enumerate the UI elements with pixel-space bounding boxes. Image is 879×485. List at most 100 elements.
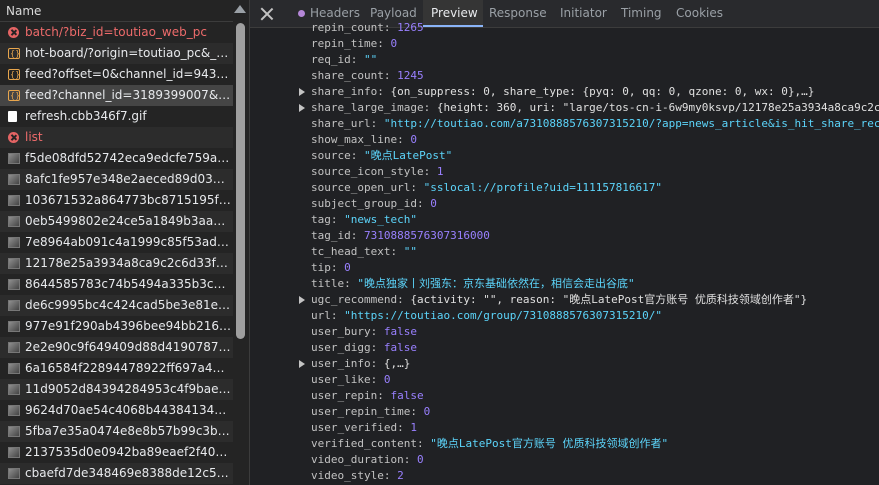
request-row[interactable]: 9624d70ae54c4068b44384134ebb7856~noop xyxy=(0,400,233,421)
request-row[interactable]: feed?channel_id=3189399007&min_behot_tim… xyxy=(0,85,233,106)
json-property-row: show_max_line: 0 xyxy=(311,133,417,146)
json-property-row: share_count: 1245 xyxy=(311,69,424,82)
request-name: 2137535d0e0942ba89eaef2f40103617~noop xyxy=(25,445,231,459)
json-value: {activity: "", reason: "晚点LatePost官方账号 优… xyxy=(410,293,808,306)
image-icon xyxy=(8,258,20,269)
json-icon xyxy=(8,43,20,64)
expand-arrow-icon[interactable] xyxy=(299,88,305,96)
request-row[interactable]: 103671532a864773bc8715195f29a97a~noop xyxy=(0,190,233,211)
name-column-header[interactable]: Name xyxy=(0,0,233,22)
json-property-row: url: "https://toutiao.com/group/73108885… xyxy=(311,309,663,322)
json-value: {,…} xyxy=(383,357,411,370)
request-list-scrollbar[interactable] xyxy=(233,22,249,485)
json-property-row: title: "晚点独家丨刘强东：京东基础依然在，相信会走出谷底" xyxy=(311,277,635,290)
json-value: 7310888576307316000 xyxy=(364,229,490,242)
expand-arrow-icon[interactable] xyxy=(299,360,305,368)
json-key: repin_time xyxy=(311,37,378,50)
json-property-row: subject_group_id: 0 xyxy=(311,197,437,210)
image-icon xyxy=(8,468,20,479)
image-icon xyxy=(8,216,20,227)
json-value: false xyxy=(390,389,424,402)
request-name: cbaefd7de348469e8388de12c536e438~noop xyxy=(25,466,231,480)
request-row[interactable]: 2137535d0e0942ba89eaef2f40103617~noop xyxy=(0,442,233,463)
json-key: req_id xyxy=(311,53,351,66)
json-key: title xyxy=(311,277,345,290)
json-key: user_repin_time xyxy=(311,405,411,418)
json-property-row: share_url: "http://toutiao.com/a73108885… xyxy=(311,117,879,130)
scrollbar-thumb[interactable] xyxy=(236,23,245,339)
image-icon xyxy=(8,237,20,248)
json-value: 1 xyxy=(410,421,417,434)
json-property-row: tag_id: 7310888576307316000 xyxy=(311,229,490,242)
json-property-row: tip: 0 xyxy=(311,261,351,274)
json-value: {on_suppress: 0, share_type: {pyq: 0, qq… xyxy=(390,85,815,98)
json-property-row: source_icon_style: 1 xyxy=(311,165,444,178)
json-property-row: verified_content: "晚点LatePost官方账号 优质科技领域… xyxy=(311,437,669,450)
image-icon xyxy=(8,363,20,374)
json-property-row[interactable]: ugc_recommend: {activity: "", reason: "晚… xyxy=(250,292,879,308)
json-value: 0 xyxy=(344,261,351,274)
json-value: 0 xyxy=(410,133,417,146)
json-icon xyxy=(8,64,20,85)
request-row[interactable]: 977e91f290ab4396bee94bb2166c535f~noop xyxy=(0,316,233,337)
json-value: 1265 xyxy=(397,21,424,34)
request-row[interactable]: 12178e25a3934a8ca9c2c6d33f82dd1f~noop xyxy=(0,253,233,274)
request-row[interactable]: 8644585783c74b5494a335b3c7eb92a1~noop xyxy=(0,274,233,295)
image-icon xyxy=(8,153,20,164)
json-key: video_duration xyxy=(311,453,404,466)
error-icon xyxy=(8,132,19,143)
json-value: 2 xyxy=(397,469,404,482)
expand-arrow-icon[interactable] xyxy=(299,104,305,112)
request-row[interactable]: cbaefd7de348469e8388de12c536e438~noop xyxy=(0,463,233,484)
json-value: 1245 xyxy=(397,69,424,82)
request-row[interactable]: 6a16584f22894478922ff697a44b8937~noop xyxy=(0,358,233,379)
close-icon[interactable] xyxy=(260,7,274,21)
request-row[interactable]: f5de08dfd52742eca9edcfe759a7af92~noop xyxy=(0,148,233,169)
request-row[interactable]: de6c9995bc4c424cad5be3e81e49b3ef~noop xyxy=(0,295,233,316)
request-name: f5de08dfd52742eca9edcfe759a7af92~noop xyxy=(25,151,231,165)
request-name: 8644585783c74b5494a335b3c7eb92a1~noop xyxy=(25,277,231,291)
request-row[interactable]: 11d9052d84394284953c4f9baec63aa4~noop xyxy=(0,379,233,400)
json-property-row[interactable]: share_large_image: {height: 360, uri: "l… xyxy=(250,100,879,116)
request-name: feed?offset=0&channel_id=94349549395&max… xyxy=(25,67,231,81)
request-row[interactable]: 0eb5499802e24ce5a1849b3aa457db2b~noop xyxy=(0,211,233,232)
request-list-panel: Name batch/?biz_id=toutiao_web_pc hot-boa… xyxy=(0,0,249,485)
json-value: 0 xyxy=(416,453,424,466)
request-name: batch/?biz_id=toutiao_web_pc xyxy=(25,25,207,39)
json-key: tag xyxy=(311,213,331,226)
json-value: "晚点独家丨刘强东：京东基础依然在，相信会走出谷底" xyxy=(357,277,635,290)
json-property-row: user_digg: false xyxy=(311,341,417,354)
json-key: video_style xyxy=(311,469,384,482)
json-key: repin_count xyxy=(311,21,384,34)
json-property-row: user_bury: false xyxy=(311,325,417,338)
request-row[interactable]: list xyxy=(0,127,233,148)
json-property-row[interactable]: user_info: {,…} xyxy=(250,356,879,372)
request-row[interactable]: hot-board/?origin=toutiao_pc&_signature= xyxy=(0,43,233,64)
request-row[interactable]: 5fba7e35a0474e8e8b57b99c3bcac9a1~noop xyxy=(0,421,233,442)
json-key: user_like xyxy=(311,373,371,386)
image-icon xyxy=(8,300,20,311)
json-value: 0 xyxy=(383,373,391,386)
json-value: {height: 360, uri: "large/tos-cn-i-6w9my… xyxy=(436,101,879,114)
request-name: 977e91f290ab4396bee94bb2166c535f~noop xyxy=(25,319,231,333)
json-property-row[interactable]: share_info: {on_suppress: 0, share_type:… xyxy=(250,84,879,100)
request-row[interactable]: 7e8964ab091c4a1999c85f53adb64f17~noop xyxy=(0,232,233,253)
json-key: user_repin xyxy=(311,389,378,402)
expand-arrow-icon[interactable] xyxy=(299,296,305,304)
json-key: tip xyxy=(311,261,331,274)
json-key: user_verified xyxy=(311,421,398,434)
request-row[interactable]: 8afc1fe957e348e2aeced89d0360b06c~noop xyxy=(0,169,233,190)
json-value: "http://toutiao.com/a7310888576307315210… xyxy=(383,117,879,130)
json-key: url xyxy=(311,309,331,322)
request-row[interactable]: 2e2e90c9f649409d88d4190787b7e45e~noop xyxy=(0,337,233,358)
json-key: user_bury xyxy=(311,325,371,338)
request-row[interactable]: batch/?biz_id=toutiao_web_pc xyxy=(0,22,233,43)
image-icon xyxy=(8,342,20,353)
request-row[interactable]: refresh.cbb346f7.gif xyxy=(0,106,233,127)
json-value: "news_tech" xyxy=(344,213,417,226)
request-name: 12178e25a3934a8ca9c2c6d33f82dd1f~noop xyxy=(25,256,231,270)
scroll-up-arrow-icon[interactable] xyxy=(234,5,246,13)
request-row[interactable]: feed?offset=0&channel_id=94349549395&max… xyxy=(0,64,233,85)
json-key: source_icon_style xyxy=(311,165,424,178)
json-key: subject_group_id xyxy=(311,197,417,210)
